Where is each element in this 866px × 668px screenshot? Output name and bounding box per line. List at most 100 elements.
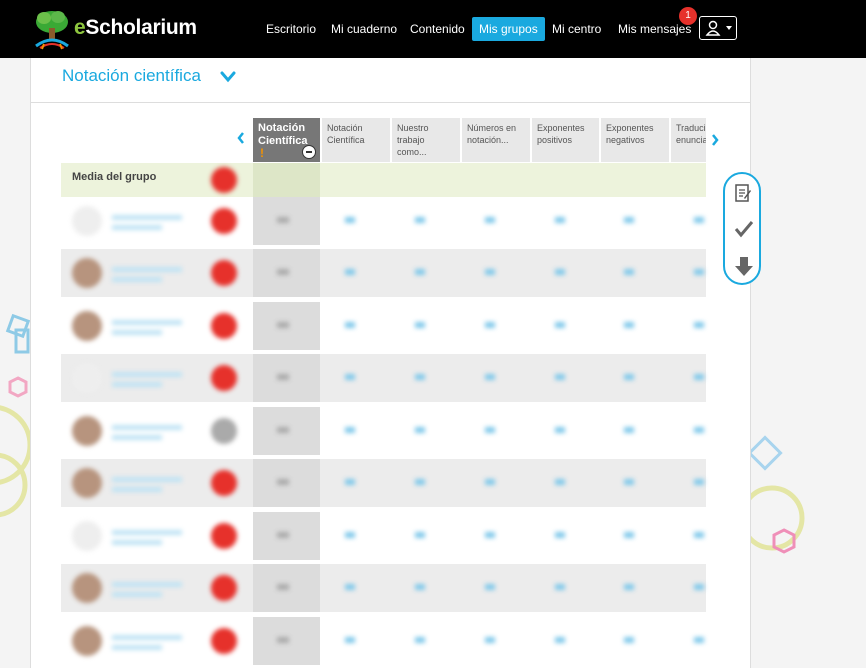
grade-cell[interactable]	[694, 584, 704, 590]
column-header-numeros-en-notacion[interactable]: Números en notación...	[462, 118, 530, 162]
grade-cell[interactable]	[415, 532, 425, 538]
grade-cell[interactable]	[277, 532, 289, 538]
grade-cell[interactable]	[555, 637, 565, 643]
grade-cell[interactable]	[694, 427, 704, 433]
grade-cell[interactable]	[415, 427, 425, 433]
group-average-mark	[211, 167, 237, 193]
grade-cell[interactable]	[345, 322, 355, 328]
grade-cell[interactable]	[485, 269, 495, 275]
edit-icon[interactable]	[734, 183, 752, 203]
student-name-link[interactable]	[112, 265, 192, 283]
grade-cell[interactable]	[415, 322, 425, 328]
grade-cell[interactable]	[345, 479, 355, 485]
grade-cell[interactable]	[485, 427, 495, 433]
grade-cell[interactable]	[624, 269, 634, 275]
grade-cell[interactable]	[415, 269, 425, 275]
grade-cell[interactable]	[345, 217, 355, 223]
grade-cell[interactable]	[694, 374, 704, 380]
student-name-link[interactable]	[112, 580, 192, 598]
grade-cell[interactable]	[485, 532, 495, 538]
grade-cell[interactable]	[624, 532, 634, 538]
nav-mi-centro[interactable]: Mi centro	[545, 17, 608, 41]
nav-contenido[interactable]: Contenido	[403, 17, 472, 41]
grade-cell[interactable]	[345, 637, 355, 643]
column-header-exponentes-negativos[interactable]: Exponentes negativos	[601, 118, 669, 162]
student-name-link[interactable]	[112, 475, 192, 493]
grade-cell[interactable]	[277, 217, 289, 223]
grade-cell[interactable]	[345, 532, 355, 538]
grade-cell[interactable]	[694, 322, 704, 328]
grade-cell[interactable]	[277, 322, 289, 328]
student-avatar	[72, 206, 102, 236]
nav-mis-grupos[interactable]: Mis grupos	[472, 17, 545, 41]
grade-cell[interactable]	[555, 269, 565, 275]
grade-cell[interactable]	[624, 322, 634, 328]
grade-cell[interactable]	[485, 322, 495, 328]
grade-cell[interactable]	[624, 584, 634, 590]
grade-cell[interactable]	[694, 479, 704, 485]
chevron-left-icon[interactable]	[236, 131, 246, 145]
grade-cell[interactable]	[624, 479, 634, 485]
grade-cell[interactable]	[485, 584, 495, 590]
student-name-link[interactable]	[112, 423, 192, 441]
user-menu-button[interactable]	[699, 16, 737, 40]
background-decoration-right	[742, 435, 805, 554]
column-header-exponentes-positivos[interactable]: Exponentes positivos	[532, 118, 599, 162]
grade-cell[interactable]	[277, 637, 289, 643]
top-navigation-bar: eScholarium Escritorio Mi cuaderno Conte…	[0, 0, 866, 58]
grade-cell[interactable]	[555, 374, 565, 380]
grade-cell[interactable]	[485, 374, 495, 380]
column-header-traducir-enunciados[interactable]: Traducir enunciados	[671, 118, 706, 162]
grade-cell[interactable]	[277, 479, 289, 485]
grade-cell[interactable]	[555, 584, 565, 590]
grade-cell[interactable]	[555, 532, 565, 538]
student-name-link[interactable]	[112, 318, 192, 336]
grade-cell[interactable]	[694, 217, 704, 223]
grade-cell[interactable]	[277, 374, 289, 380]
grade-cell[interactable]	[415, 584, 425, 590]
grade-cell[interactable]	[485, 637, 495, 643]
collapse-icon[interactable]	[302, 145, 316, 159]
column-header-notacion-cientifica[interactable]: Notación Científica	[322, 118, 390, 162]
grade-cell[interactable]	[694, 637, 704, 643]
grade-cell[interactable]	[277, 584, 289, 590]
student-name-link[interactable]	[112, 213, 192, 231]
grade-cell[interactable]	[415, 637, 425, 643]
grade-cell[interactable]	[555, 479, 565, 485]
escholarium-logo[interactable]: eScholarium	[30, 8, 200, 50]
grade-cell[interactable]	[277, 269, 289, 275]
grade-cell[interactable]	[624, 217, 634, 223]
check-icon[interactable]	[734, 220, 754, 238]
nav-escritorio[interactable]: Escritorio	[259, 17, 323, 41]
student-avatar	[72, 468, 102, 498]
grade-cell[interactable]	[624, 427, 634, 433]
grade-cell[interactable]	[415, 479, 425, 485]
chevron-down-icon[interactable]	[220, 71, 236, 83]
grade-cell[interactable]	[415, 374, 425, 380]
download-icon[interactable]	[734, 256, 754, 278]
grade-cell[interactable]	[415, 217, 425, 223]
grade-cell[interactable]	[555, 217, 565, 223]
student-name-link[interactable]	[112, 633, 192, 651]
student-name-link[interactable]	[112, 528, 192, 546]
grade-cell[interactable]	[345, 269, 355, 275]
grade-cell[interactable]	[485, 479, 495, 485]
grade-cell[interactable]	[345, 584, 355, 590]
grade-cell[interactable]	[345, 374, 355, 380]
column-header-nuestro-trabajo[interactable]: Nuestro trabajo como...	[392, 118, 460, 162]
student-grade-mark	[211, 208, 237, 234]
grade-cell[interactable]	[694, 269, 704, 275]
grade-cell[interactable]	[624, 374, 634, 380]
grade-cell[interactable]	[485, 217, 495, 223]
grade-toolbox	[723, 172, 761, 285]
chevron-right-icon[interactable]	[710, 133, 720, 147]
grade-cell[interactable]	[345, 427, 355, 433]
section-divider	[31, 102, 750, 103]
grade-cell[interactable]	[555, 322, 565, 328]
grade-cell[interactable]	[624, 637, 634, 643]
grade-cell[interactable]	[694, 532, 704, 538]
grade-cell[interactable]	[555, 427, 565, 433]
nav-mi-cuaderno[interactable]: Mi cuaderno	[324, 17, 404, 41]
student-name-link[interactable]	[112, 370, 192, 388]
grade-cell[interactable]	[277, 427, 289, 433]
